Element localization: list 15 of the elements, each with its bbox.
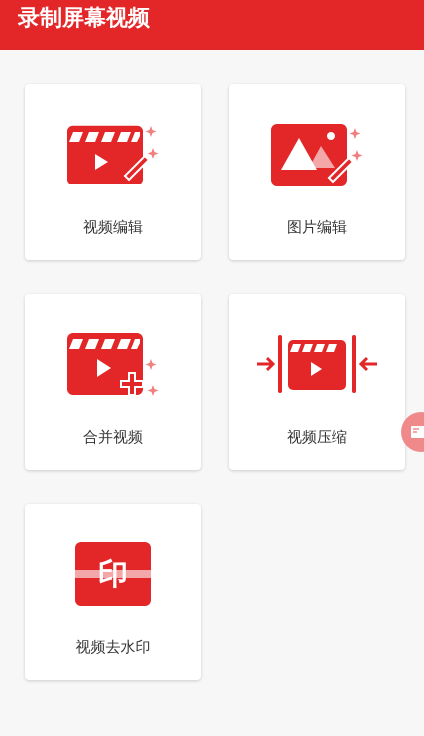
tool-card[interactable]: 视频编辑 — [25, 84, 201, 260]
tool-card[interactable]: 图片编辑 — [229, 84, 405, 260]
note-icon — [411, 426, 424, 438]
image-wand-icon — [269, 122, 365, 186]
video-clapper-plus-icon — [65, 331, 161, 397]
video-clapper-wand-icon — [65, 124, 161, 184]
video-compress-icon — [255, 334, 379, 394]
page-title: 录制屏幕视频 — [18, 5, 150, 33]
tool-label: 视频去水印 — [76, 638, 150, 657]
tool-card[interactable]: 合并视频 — [25, 294, 201, 470]
tool-label: 图片编辑 — [287, 218, 347, 237]
tool-label: 合并视频 — [83, 428, 143, 447]
tool-label: 视频压缩 — [287, 428, 347, 447]
tool-label: 视频编辑 — [83, 218, 143, 237]
tool-card[interactable]: 视频压缩 — [229, 294, 405, 470]
